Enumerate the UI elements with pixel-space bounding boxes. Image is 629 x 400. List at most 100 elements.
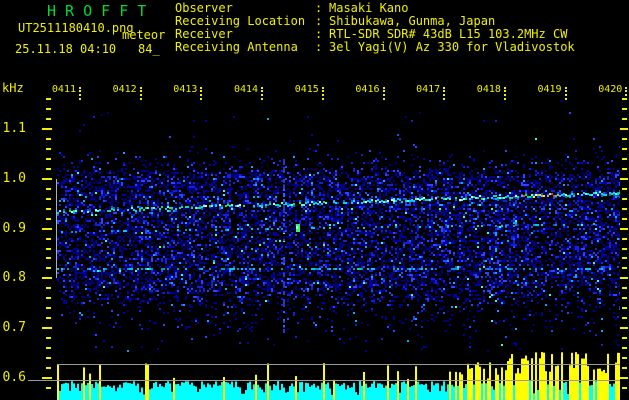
- freq-tick-minor: [46, 386, 51, 389]
- right-axis-tick: [622, 267, 627, 270]
- right-axis-tick: [622, 98, 627, 101]
- freq-tick-minor: [46, 118, 51, 121]
- right-axis-tick: [622, 207, 627, 210]
- freq-tick-minor: [46, 307, 51, 310]
- freq-axis-label: 0.9: [2, 220, 26, 236]
- freq-tick-minor: [46, 347, 51, 350]
- second-counter: 84_: [138, 42, 160, 56]
- time-axis-label: 0419: [537, 84, 562, 95]
- right-axis-tick: [622, 257, 627, 260]
- freq-axis-label: 0.6: [2, 370, 26, 385]
- freq-tick-major: [42, 177, 52, 180]
- freq-tick-minor: [46, 207, 51, 210]
- header-field-label: Receiving Antenna: [175, 40, 298, 54]
- meter-line-lower: [28, 380, 620, 381]
- time-axis-tick: [139, 87, 142, 100]
- hrofft-screen: H R O F F T UT2511180410.png meteor 25.1…: [0, 0, 629, 400]
- capture-filename: UT2511180410.png: [18, 21, 134, 35]
- right-axis-tick: [622, 317, 627, 320]
- freq-tick-minor: [46, 337, 51, 340]
- freq-tick-minor: [46, 217, 51, 220]
- freq-tick-minor: [46, 98, 51, 101]
- freq-tick-minor: [46, 167, 51, 170]
- time-axis-label: 0420: [598, 84, 623, 95]
- right-axis-tick: [622, 357, 627, 360]
- right-axis-tick: [622, 197, 627, 200]
- freq-tick-minor: [46, 197, 51, 200]
- freq-axis-label: 0.7: [2, 320, 26, 336]
- right-axis-tick: [622, 307, 627, 310]
- time-axis-label: 0418: [476, 84, 501, 95]
- freq-axis-label: 1.0: [2, 170, 26, 186]
- freq-tick-minor: [46, 137, 51, 140]
- freq-axis-label: 1.1: [2, 121, 26, 136]
- meter-line-upper: [57, 364, 620, 365]
- right-axis-tick: [622, 337, 627, 340]
- time-axis-label: 0411: [51, 84, 76, 95]
- right-axis-tick: [622, 237, 627, 240]
- freq-tick-major: [42, 277, 52, 280]
- freq-tick-minor: [46, 257, 51, 260]
- time-axis-tick: [200, 87, 203, 100]
- right-axis-tick: [622, 187, 627, 190]
- right-axis-tick: [622, 217, 627, 220]
- freq-tick-minor: [46, 357, 51, 360]
- freq-tick-minor: [46, 287, 51, 290]
- time-axis-tick: [382, 87, 385, 100]
- right-axis-tick: [622, 287, 627, 290]
- right-axis-tick: [620, 127, 628, 130]
- freq-tick-minor: [46, 317, 51, 320]
- right-axis-tick: [620, 277, 628, 280]
- freq-axis-label: 0.8: [2, 270, 26, 286]
- right-axis-tick: [622, 147, 627, 150]
- right-axis-tick: [622, 367, 627, 370]
- freq-tick-major: [42, 127, 52, 130]
- freq-tick-minor: [46, 267, 51, 270]
- right-axis-tick: [620, 227, 628, 230]
- time-axis-tick: [564, 87, 567, 100]
- right-axis-tick: [620, 376, 628, 379]
- freq-tick-minor: [46, 147, 51, 150]
- freq-tick-minor: [46, 108, 51, 111]
- station-info-block: Observer: Masaki Kano Receiving Location: S…: [175, 2, 575, 54]
- freq-unit-label: kHz: [2, 81, 24, 95]
- time-axis-label: 0412: [112, 84, 137, 95]
- plot-left-edge-line: [56, 179, 57, 278]
- time-axis-tick: [503, 87, 506, 100]
- right-axis-tick: [622, 297, 627, 300]
- freq-tick-minor: [46, 367, 51, 370]
- freq-tick-major: [42, 376, 52, 379]
- freq-tick-minor: [46, 297, 51, 300]
- right-axis-tick: [622, 137, 627, 140]
- app-title: H R O F F T: [47, 2, 147, 20]
- right-axis-tick: [622, 386, 627, 389]
- time-axis-label: 0417: [416, 84, 441, 95]
- time-axis-label: 0415: [294, 84, 319, 95]
- spectrogram-canvas: [57, 100, 620, 400]
- freq-tick-major: [42, 327, 52, 330]
- freq-tick-minor: [46, 157, 51, 160]
- time-axis-label: 0416: [355, 84, 380, 95]
- time-axis-tick: [321, 87, 324, 100]
- capture-datetime: 25.11.18 04:10: [15, 42, 117, 56]
- right-axis-tick: [622, 108, 627, 111]
- header-field-value: 3el Yagi(V) Az 330 for Vladivostok: [329, 40, 575, 54]
- right-axis-tick: [622, 347, 627, 350]
- right-axis-tick: [620, 177, 628, 180]
- right-axis-tick: [622, 118, 627, 121]
- time-axis-label: 0413: [173, 84, 198, 95]
- time-axis-tick: [261, 87, 264, 100]
- right-axis-tick: [622, 247, 627, 250]
- time-axis-tick: [79, 87, 81, 100]
- freq-tick-minor: [46, 237, 51, 240]
- freq-tick-minor: [46, 247, 51, 250]
- time-axis-label: 0414: [234, 84, 259, 95]
- header-field-separator: :: [315, 40, 323, 54]
- freq-tick-minor: [46, 187, 51, 190]
- right-axis-tick: [622, 157, 627, 160]
- right-axis-tick: [620, 327, 628, 330]
- right-axis-tick: [622, 167, 627, 170]
- freq-tick-major: [42, 227, 52, 230]
- header-field-row: Receiving Antenna:3el Yagi(V) Az 330 for…: [175, 41, 575, 54]
- time-axis-tick: [443, 87, 446, 100]
